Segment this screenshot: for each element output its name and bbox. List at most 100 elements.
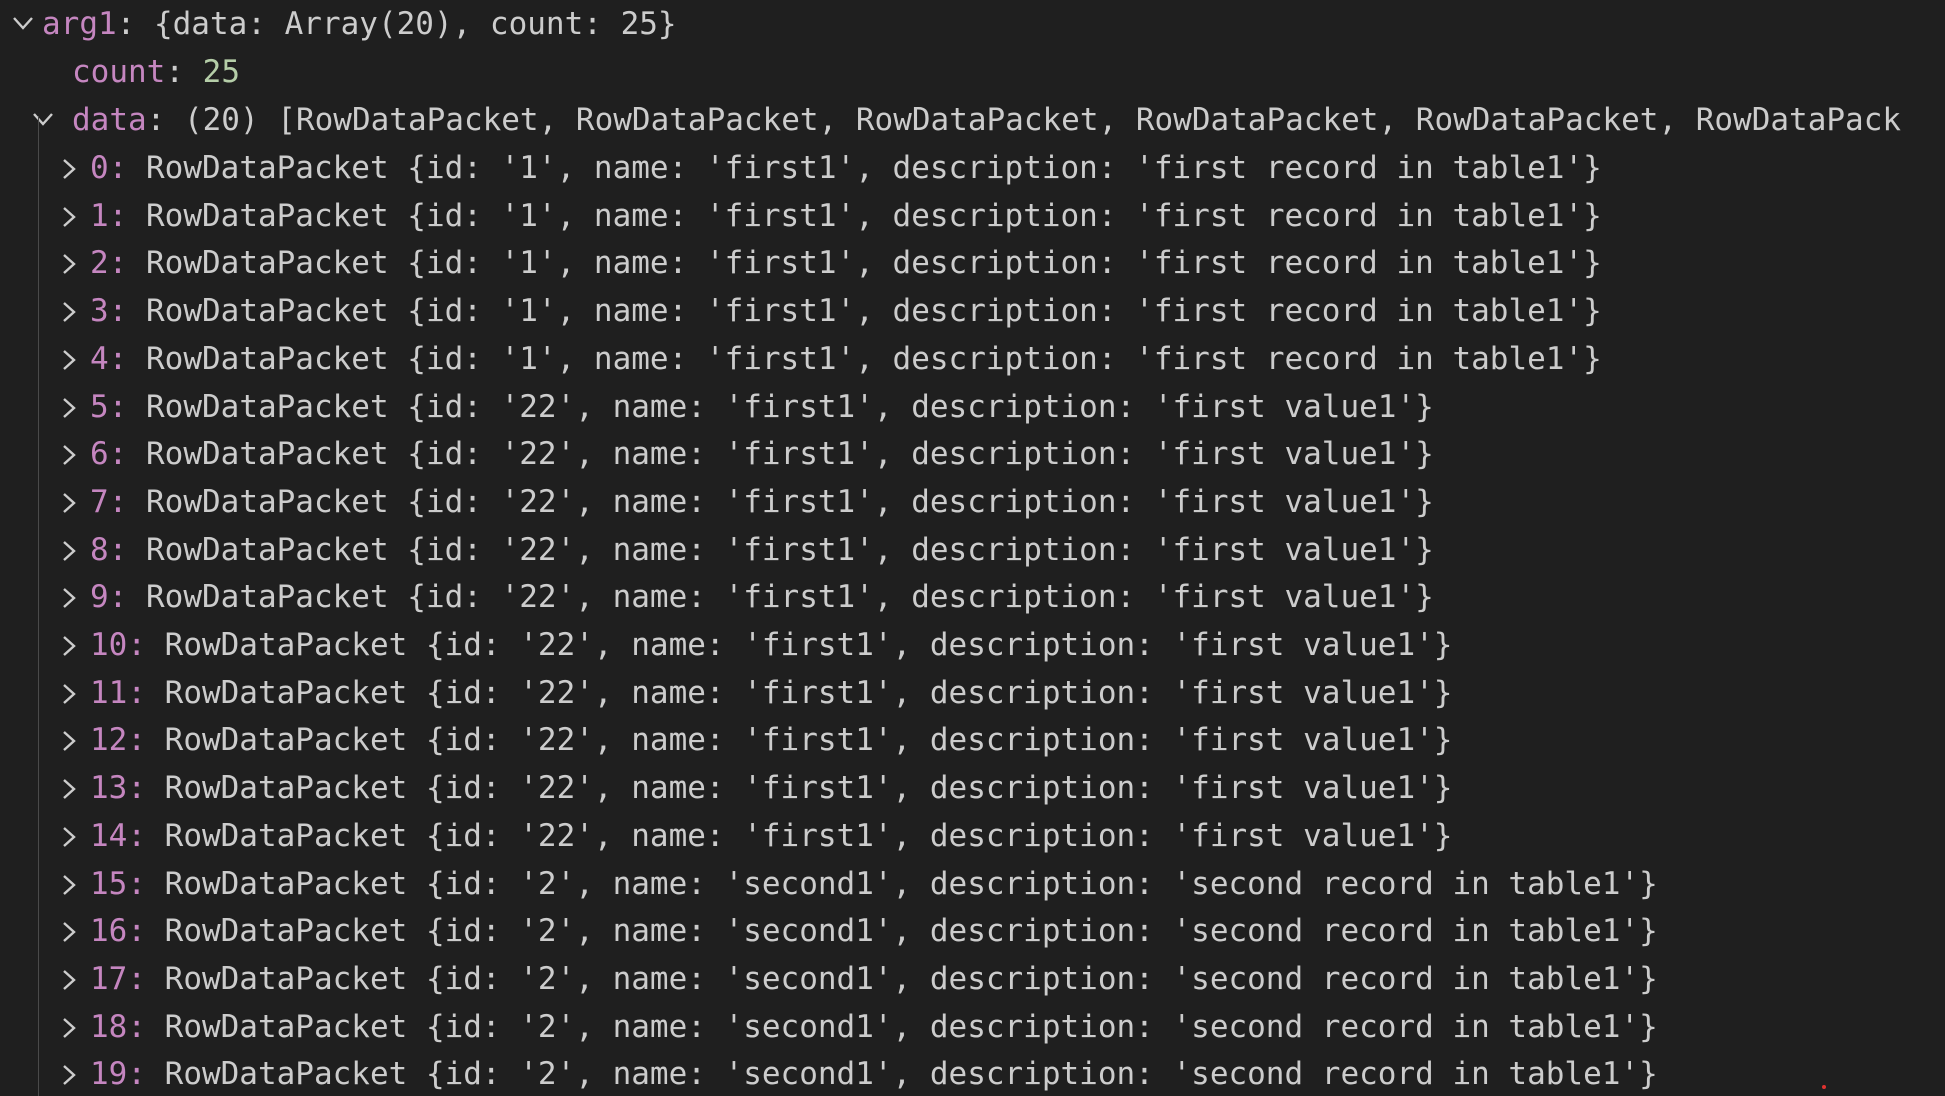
item-value: RowDataPacket {id: '22', name: 'first1',…: [164, 770, 1453, 806]
item-value: RowDataPacket {id: '2', name: 'second1',…: [164, 866, 1658, 902]
tree-node-item[interactable]: 1: RowDataPacket {id: '1', name: 'first1…: [56, 192, 1602, 240]
item-colon: :: [108, 198, 146, 234]
chevron-right-icon[interactable]: [56, 573, 84, 621]
chevron-down-icon[interactable]: [8, 0, 36, 48]
tree-node-item[interactable]: 17: RowDataPacket {id: '2', name: 'secon…: [56, 955, 1658, 1003]
tree-node-item[interactable]: 4: RowDataPacket {id: '1', name: 'first1…: [56, 335, 1602, 383]
item-index: 14: [90, 818, 128, 854]
item-colon: :: [108, 532, 146, 568]
chevron-right-icon[interactable]: [56, 239, 84, 287]
item-colon: :: [127, 913, 165, 949]
tree-node-data[interactable]: data: (20) [RowDataPacket, RowDataPacket…: [28, 96, 1901, 144]
tree-node-item[interactable]: 7: RowDataPacket {id: '22', name: 'first…: [56, 478, 1434, 526]
tree-node-item[interactable]: 0: RowDataPacket {id: '1', name: 'first1…: [56, 144, 1602, 192]
item-value: RowDataPacket {id: '22', name: 'first1',…: [164, 818, 1453, 854]
chevron-right-icon[interactable]: [56, 955, 84, 1003]
tree-node-item[interactable]: 19: RowDataPacket {id: '2', name: 'secon…: [56, 1050, 1658, 1096]
chevron-right-icon[interactable]: [56, 526, 84, 574]
tree-node-item[interactable]: 11: RowDataPacket {id: '22', name: 'firs…: [56, 669, 1452, 717]
item-index: 0: [90, 150, 109, 186]
tree-node-item[interactable]: 12: RowDataPacket {id: '22', name: 'firs…: [56, 716, 1452, 764]
item-index: 10: [90, 627, 128, 663]
tree-node-item[interactable]: 16: RowDataPacket {id: '2', name: 'secon…: [56, 907, 1658, 955]
tree-node-item[interactable]: 14: RowDataPacket {id: '22', name: 'firs…: [56, 812, 1452, 860]
chevron-right-icon[interactable]: [56, 812, 84, 860]
cursor-marker: [1822, 1085, 1826, 1089]
chevron-right-icon[interactable]: [56, 478, 84, 526]
item-colon: :: [108, 436, 146, 472]
chevron-right-icon[interactable]: [56, 1003, 84, 1051]
item-colon: :: [127, 722, 165, 758]
node-colon: :: [165, 54, 203, 90]
item-index: 9: [90, 579, 109, 615]
node-value: 25: [202, 54, 240, 90]
tree-node-item[interactable]: 9: RowDataPacket {id: '22', name: 'first…: [56, 573, 1434, 621]
tree-node-item[interactable]: 15: RowDataPacket {id: '2', name: 'secon…: [56, 860, 1658, 908]
item-colon: :: [108, 293, 146, 329]
node-summary: (20) [RowDataPacket, RowDataPacket, RowD…: [183, 102, 1902, 138]
tree-node-item[interactable]: 2: RowDataPacket {id: '1', name: 'first1…: [56, 239, 1602, 287]
item-value: RowDataPacket {id: '1', name: 'first1', …: [146, 245, 1602, 281]
item-value: RowDataPacket {id: '22', name: 'first1',…: [164, 627, 1453, 663]
tree-node-item[interactable]: 6: RowDataPacket {id: '22', name: 'first…: [56, 430, 1434, 478]
chevron-right-icon[interactable]: [56, 383, 84, 431]
item-colon: :: [108, 389, 146, 425]
chevron-right-icon[interactable]: [56, 669, 84, 717]
item-colon: :: [127, 1009, 165, 1045]
item-colon: :: [108, 484, 146, 520]
item-value: RowDataPacket {id: '22', name: 'first1',…: [164, 675, 1453, 711]
item-value: RowDataPacket {id: '1', name: 'first1', …: [146, 198, 1602, 234]
node-colon: :: [116, 6, 154, 42]
tree-node-item[interactable]: 10: RowDataPacket {id: '22', name: 'firs…: [56, 621, 1452, 669]
item-index: 16: [90, 913, 128, 949]
item-value: RowDataPacket {id: '22', name: 'first1',…: [146, 436, 1434, 472]
tree-node-count[interactable]: count: 25: [72, 48, 240, 96]
item-index: 18: [90, 1009, 128, 1045]
item-value: RowDataPacket {id: '22', name: 'first1',…: [146, 532, 1434, 568]
item-colon: :: [108, 245, 146, 281]
chevron-right-icon[interactable]: [56, 144, 84, 192]
item-index: 19: [90, 1056, 128, 1092]
chevron-right-icon[interactable]: [56, 860, 84, 908]
item-value: RowDataPacket {id: '22', name: 'first1',…: [164, 722, 1453, 758]
tree-node-item[interactable]: 13: RowDataPacket {id: '22', name: 'firs…: [56, 764, 1452, 812]
item-value: RowDataPacket {id: '22', name: 'first1',…: [146, 484, 1434, 520]
node-key: data: [72, 102, 147, 138]
item-value: RowDataPacket {id: '2', name: 'second1',…: [164, 961, 1658, 997]
item-value: RowDataPacket {id: '2', name: 'second1',…: [164, 913, 1658, 949]
item-value: RowDataPacket {id: '22', name: 'first1',…: [146, 579, 1434, 615]
item-index: 8: [90, 532, 109, 568]
item-colon: :: [127, 627, 165, 663]
node-summary: {data: Array(20), count: 25}: [153, 6, 677, 42]
chevron-right-icon[interactable]: [56, 907, 84, 955]
item-value: RowDataPacket {id: '1', name: 'first1', …: [146, 293, 1602, 329]
tree-node-item[interactable]: 18: RowDataPacket {id: '2', name: 'secon…: [56, 1003, 1658, 1051]
item-value: RowDataPacket {id: '1', name: 'first1', …: [146, 150, 1602, 186]
chevron-right-icon[interactable]: [56, 192, 84, 240]
chevron-right-icon[interactable]: [56, 764, 84, 812]
chevron-right-icon[interactable]: [56, 1050, 84, 1096]
item-index: 15: [90, 866, 128, 902]
chevron-right-icon[interactable]: [56, 335, 84, 383]
indent-guide: [38, 116, 39, 1096]
item-colon: :: [127, 866, 165, 902]
chevron-right-icon[interactable]: [56, 430, 84, 478]
item-index: 1: [90, 198, 109, 234]
chevron-right-icon[interactable]: [56, 621, 84, 669]
tree-node-arg1[interactable]: arg1: {data: Array(20), count: 25}: [8, 0, 677, 48]
item-colon: :: [127, 770, 165, 806]
item-index: 17: [90, 961, 128, 997]
item-colon: :: [108, 579, 146, 615]
chevron-right-icon[interactable]: [56, 716, 84, 764]
item-value: RowDataPacket {id: '22', name: 'first1',…: [146, 389, 1434, 425]
chevron-down-icon[interactable]: [28, 96, 56, 144]
chevron-right-icon[interactable]: [56, 287, 84, 335]
item-colon: :: [127, 1056, 165, 1092]
item-index: 6: [90, 436, 109, 472]
tree-node-item[interactable]: 5: RowDataPacket {id: '22', name: 'first…: [56, 383, 1434, 431]
tree-node-item[interactable]: 3: RowDataPacket {id: '1', name: 'first1…: [56, 287, 1602, 335]
tree-node-item[interactable]: 8: RowDataPacket {id: '22', name: 'first…: [56, 526, 1434, 574]
item-value: RowDataPacket {id: '1', name: 'first1', …: [146, 341, 1602, 377]
item-index: 2: [90, 245, 109, 281]
item-value: RowDataPacket {id: '2', name: 'second1',…: [164, 1009, 1658, 1045]
